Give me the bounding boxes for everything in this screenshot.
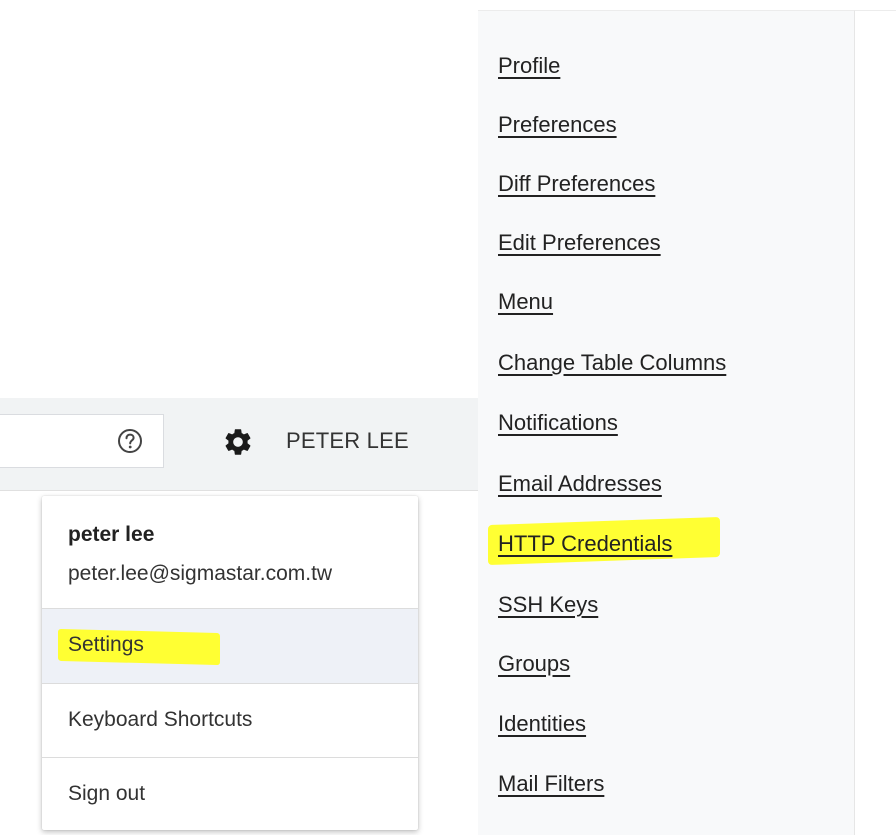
nav-link-edit-preferences[interactable]: Edit Preferences <box>498 230 661 256</box>
nav-link-groups[interactable]: Groups <box>498 651 570 677</box>
account-dropdown: peter lee peter.lee@sigmastar.com.tw Set… <box>42 496 418 830</box>
help-circle-icon[interactable] <box>116 427 144 455</box>
nav-link-diff-preferences[interactable]: Diff Preferences <box>498 171 655 197</box>
nav-link-profile[interactable]: Profile <box>498 53 560 79</box>
content-area <box>854 10 896 835</box>
menu-item-sign-out[interactable]: Sign out <box>42 758 418 832</box>
nav-link-ssh-keys[interactable]: SSH Keys <box>498 592 598 618</box>
nav-link-change-table-columns[interactable]: Change Table Columns <box>498 350 726 376</box>
gear-icon[interactable] <box>222 426 254 458</box>
nav-link-identities[interactable]: Identities <box>498 711 586 737</box>
left-panel: PETER LEE peter lee peter.lee@sigmastar.… <box>0 0 478 834</box>
menu-item-keyboard-shortcuts[interactable]: Keyboard Shortcuts <box>42 684 418 758</box>
menu-item-settings[interactable]: Settings <box>42 609 418 683</box>
user-menu-button[interactable]: PETER LEE <box>286 428 409 454</box>
header-bar: PETER LEE <box>0 398 478 491</box>
menu-item-label: Sign out <box>68 782 146 805</box>
nav-link-notifications[interactable]: Notifications <box>498 410 618 436</box>
account-email: peter.lee@sigmastar.com.tw <box>68 562 333 585</box>
nav-link-email-addresses[interactable]: Email Addresses <box>498 471 662 497</box>
nav-link-preferences[interactable]: Preferences <box>498 112 617 138</box>
nav-link-mail-filters[interactable]: Mail Filters <box>498 771 604 797</box>
account-info: peter lee peter.lee@sigmastar.com.tw <box>42 496 418 608</box>
menu-item-label: Keyboard Shortcuts <box>68 708 253 731</box>
nav-link-http-credentials[interactable]: HTTP Credentials <box>498 531 672 557</box>
account-name: peter lee <box>68 523 155 546</box>
settings-nav: Profile Preferences Diff Preferences Edi… <box>478 10 854 835</box>
menu-item-label: Settings <box>68 633 144 656</box>
search-input[interactable] <box>0 414 164 468</box>
nav-link-menu[interactable]: Menu <box>498 289 553 315</box>
